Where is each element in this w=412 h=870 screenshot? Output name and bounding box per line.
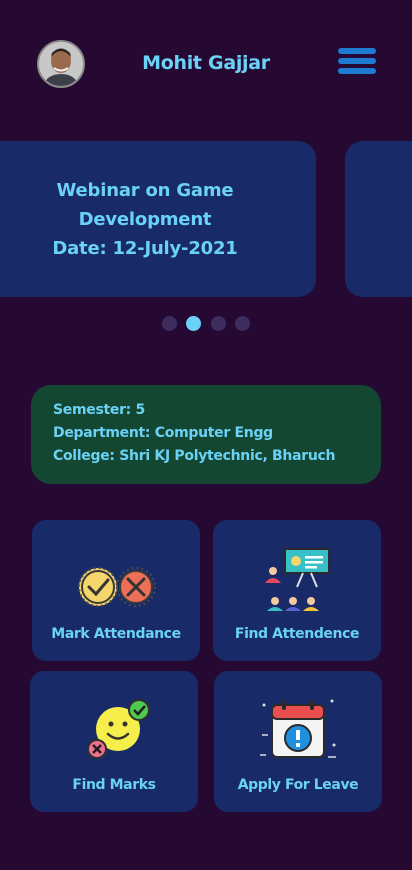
classroom-icon xyxy=(265,548,330,611)
event-slide[interactable]: Webinar on Game Development Date: 12-Jul… xyxy=(0,141,316,297)
check-cross-icon xyxy=(78,567,156,607)
student-info-card: Semester: 5 Department: Computer Engg Co… xyxy=(31,385,381,484)
apply-leave-label: Apply For Leave xyxy=(237,777,359,793)
user-name: Mohit Gajjar xyxy=(142,52,270,74)
find-attendance-label: Find Attendence xyxy=(234,626,360,642)
mark-attendance-label: Mark Attendance xyxy=(51,626,181,642)
event-carousel[interactable]: Webinar on Game Development Date: 12-Jul… xyxy=(0,141,412,297)
hamburger-menu-icon[interactable] xyxy=(338,48,376,74)
event-slide-next[interactable] xyxy=(345,141,412,297)
calendar-alert-icon xyxy=(260,699,336,758)
semester-text: Semester: 5 xyxy=(53,402,145,418)
avatar[interactable] xyxy=(37,40,85,88)
mark-attendance-button[interactable]: Mark Attendance xyxy=(32,520,200,661)
apply-leave-button[interactable]: Apply For Leave xyxy=(214,671,382,812)
college-text: College: Shri KJ Polytechnic, Bharuch xyxy=(53,448,336,464)
event-slide-text: Webinar on Game Development Date: 12-Jul… xyxy=(0,176,290,263)
event-title-line-2: Development xyxy=(78,209,212,230)
carousel-dot[interactable] xyxy=(235,316,250,331)
find-attendance-button[interactable]: Find Attendence xyxy=(213,520,381,661)
find-marks-label: Find Marks xyxy=(72,777,156,793)
carousel-dot-active[interactable] xyxy=(186,316,201,331)
department-text: Department: Computer Engg xyxy=(53,425,273,441)
carousel-dot[interactable] xyxy=(162,316,177,331)
carousel-dot[interactable] xyxy=(211,316,226,331)
profile-photo xyxy=(39,42,83,86)
smiley-marks-icon xyxy=(87,699,150,759)
find-marks-button[interactable]: Find Marks xyxy=(30,671,198,812)
event-date: Date: 12-July-2021 xyxy=(52,238,238,259)
event-title-line-1: Webinar on Game xyxy=(56,180,234,201)
